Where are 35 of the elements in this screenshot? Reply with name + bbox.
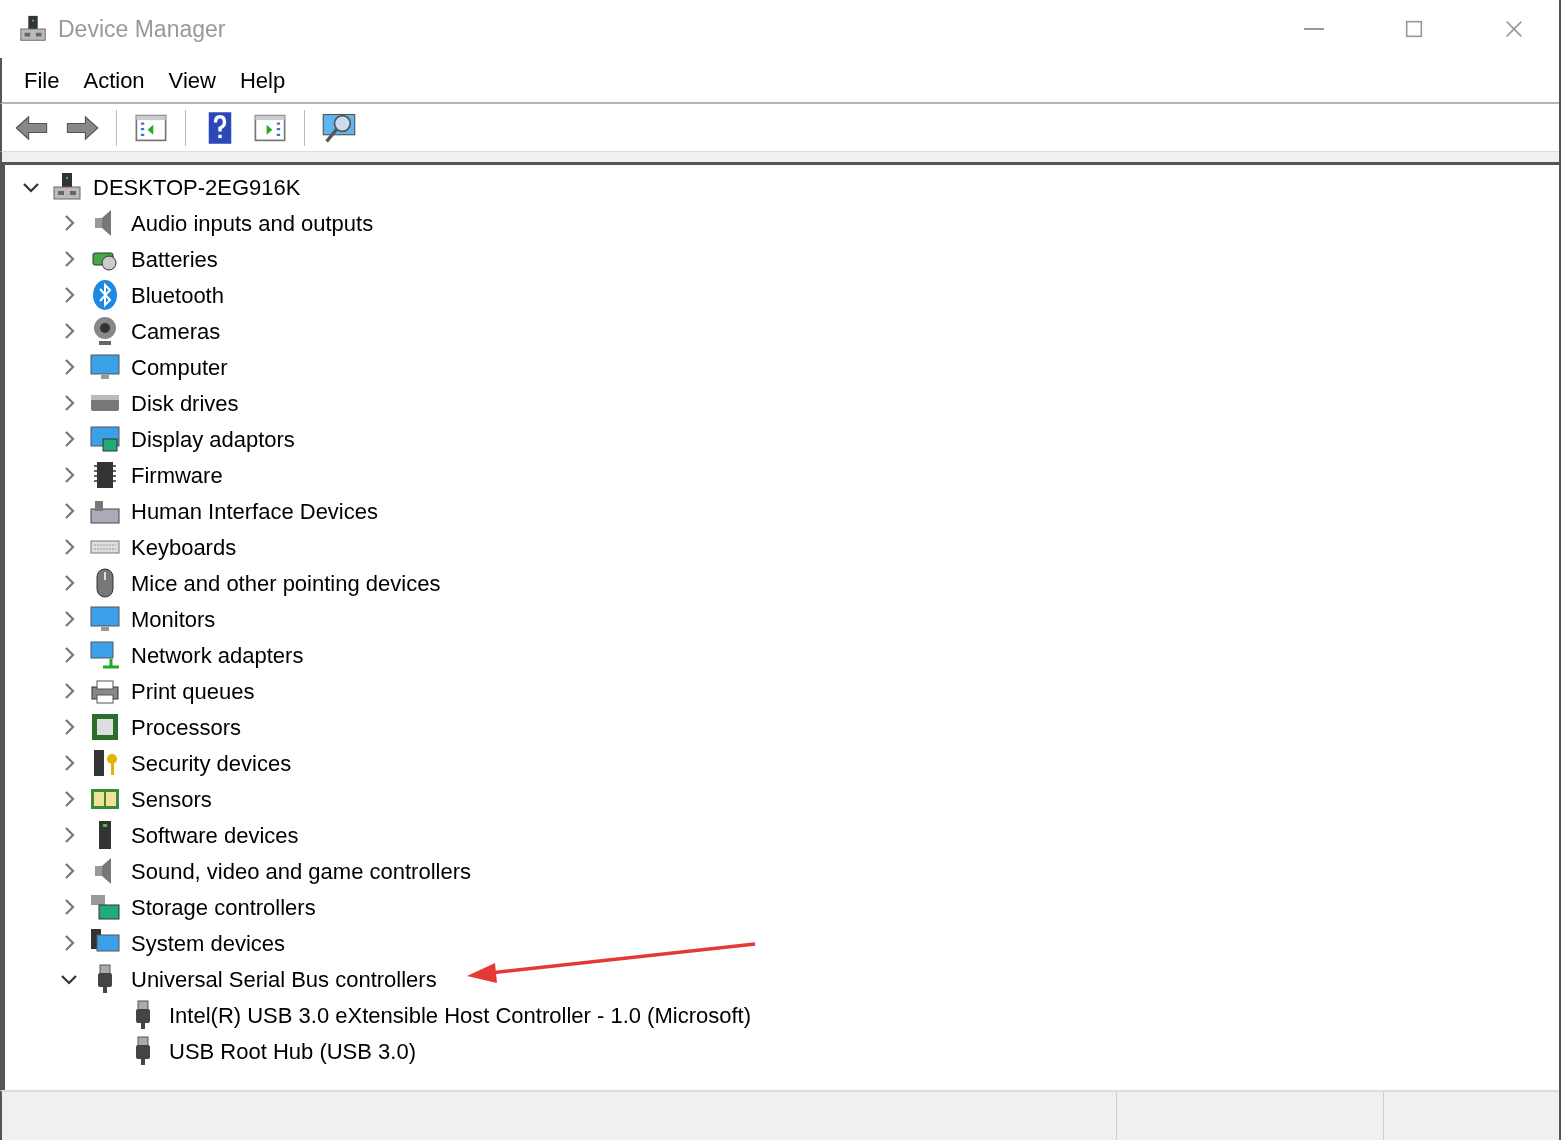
tree-item-label[interactable]: Processors bbox=[129, 710, 242, 744]
tree-item-label[interactable]: Bluetooth bbox=[129, 278, 224, 312]
tree-item-label[interactable]: Software devices bbox=[129, 818, 299, 852]
tree-item-label[interactable]: Batteries bbox=[129, 242, 218, 276]
tree-item-label[interactable]: Keyboards bbox=[129, 530, 237, 564]
tree-item-label[interactable]: Network adapters bbox=[129, 638, 304, 672]
tree-item-label[interactable]: Print queues bbox=[129, 674, 255, 708]
tree-item-label[interactable]: Universal Serial Bus controllers bbox=[129, 962, 437, 996]
processor-icon bbox=[89, 711, 121, 743]
tree-item-label[interactable]: Firmware bbox=[129, 458, 223, 492]
menu-item[interactable]: Help bbox=[227, 63, 298, 97]
display-card-icon bbox=[89, 423, 121, 455]
tree-item-label[interactable]: Security devices bbox=[129, 746, 292, 780]
window-title: Device Manager bbox=[58, 14, 227, 44]
tree-item-label[interactable]: Sound, video and game controllers bbox=[129, 854, 471, 888]
tree-item-label[interactable]: Human Interface Devices bbox=[129, 494, 378, 528]
tree-item-label[interactable]: Display adaptors bbox=[129, 422, 295, 456]
tree-item-label[interactable]: Storage controllers bbox=[129, 890, 316, 924]
minimize-icon bbox=[1304, 28, 1324, 30]
tree-item-label[interactable]: DESKTOP-2EG916K bbox=[91, 170, 301, 204]
tree-item-label[interactable]: Audio inputs and outputs bbox=[129, 206, 374, 240]
menu-item[interactable]: File bbox=[12, 63, 72, 97]
menu-item[interactable]: Action bbox=[71, 63, 157, 97]
tree-item-label[interactable]: Cameras bbox=[129, 314, 221, 348]
tree-item-label[interactable]: USB Root Hub (USB 3.0) bbox=[167, 1034, 416, 1068]
computer-icon bbox=[51, 171, 83, 203]
menu-item[interactable]: View bbox=[156, 63, 228, 97]
tree-item-label[interactable]: Monitors bbox=[129, 602, 216, 636]
tree-item-label[interactable]: Mice and other pointing devices bbox=[129, 566, 441, 600]
tree-item-label[interactable]: System devices bbox=[129, 926, 286, 960]
tree-item-label[interactable]: Sensors bbox=[129, 782, 212, 816]
network-monitor-icon bbox=[89, 639, 121, 671]
tree-item-label[interactable]: Disk drives bbox=[129, 386, 239, 420]
tree-item-label[interactable]: Computer bbox=[129, 350, 228, 384]
tree-item-label[interactable]: Intel(R) USB 3.0 eXtensible Host Controller - 1.0 (Microsoft) bbox=[167, 998, 751, 1032]
